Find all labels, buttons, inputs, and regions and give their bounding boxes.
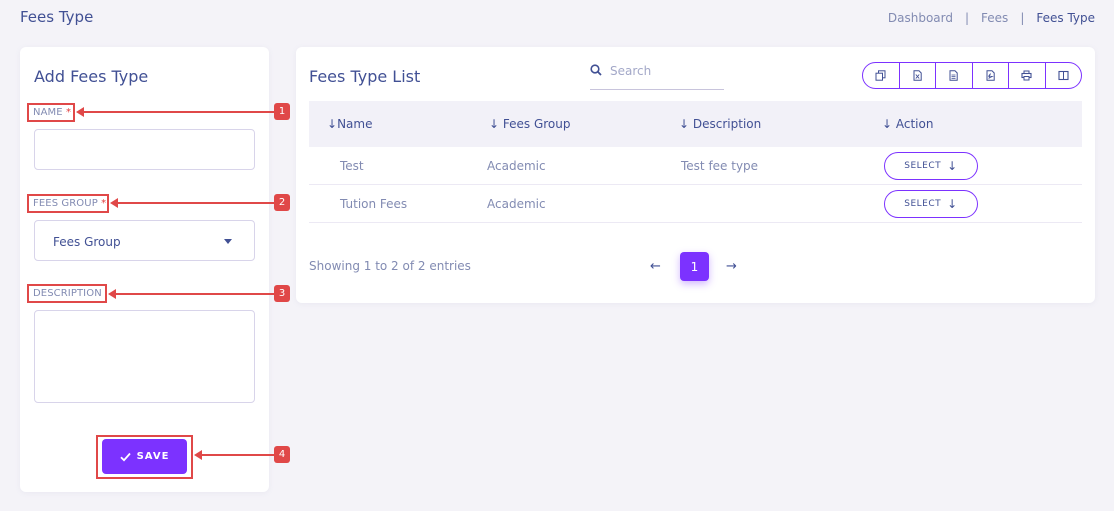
csv-button[interactable] (936, 63, 973, 88)
print-icon (1021, 70, 1032, 81)
breadcrumb: Dashboard | Fees | Fees Type (888, 11, 1095, 25)
annotation-line (201, 454, 275, 456)
name-label: NAME * (33, 107, 71, 118)
annotation-line (117, 202, 275, 204)
name-label-text: NAME (33, 107, 63, 118)
columns-icon (1058, 70, 1069, 81)
sort-arrow-icon: ↓ (327, 117, 338, 131)
columns-button[interactable] (1046, 63, 1082, 88)
description-label: DESCRIPTION (33, 288, 102, 299)
save-button[interactable]: SAVE (102, 439, 187, 474)
cell-name: Tution Fees (340, 197, 408, 211)
column-header-description[interactable]: ↓ Description (679, 117, 761, 131)
arrow-down-icon: ↓ (947, 197, 958, 211)
table-row: Test Academic Test fee type SELECT ↓ (309, 147, 1082, 185)
next-page-icon[interactable]: → (726, 259, 737, 274)
cell-description: Test fee type (681, 159, 759, 173)
search-icon (590, 64, 602, 76)
check-icon (119, 452, 131, 462)
column-header-fees-group[interactable]: ↓ Fees Group (489, 117, 571, 131)
sort-arrow-icon: ↓ (489, 117, 503, 131)
breadcrumb-separator: | (1020, 11, 1025, 25)
annotation-badge-2: 2 (274, 194, 290, 211)
select-button-label: SELECT (904, 199, 942, 209)
column-header-action[interactable]: ↓ Action (882, 117, 933, 131)
breadcrumb-separator: | (965, 11, 970, 25)
annotation-badge-4: 4 (274, 446, 290, 463)
name-input[interactable] (34, 129, 255, 170)
top-bar: Fees Type Dashboard | Fees | Fees Type (0, 0, 1114, 36)
fees-group-selected: Fees Group (53, 235, 121, 249)
column-header-name[interactable]: ↓Name (327, 117, 372, 131)
search-box (590, 61, 724, 90)
fees-type-list-card: Fees Type List Search ↓Name ↓ Fees Group… (296, 47, 1095, 303)
sort-arrow-icon: ↓ (882, 117, 896, 131)
breadcrumb-fees[interactable]: Fees (981, 11, 1008, 25)
select-button[interactable]: SELECT ↓ (884, 190, 978, 218)
page-title: Fees Type (20, 8, 94, 26)
add-fees-type-card: Add Fees Type NAME * FEES GROUP * Fees G… (20, 47, 269, 492)
column-header-label: Name (337, 117, 373, 131)
cell-fees-group: Academic (487, 197, 546, 211)
entries-info: Showing 1 to 2 of 2 entries (309, 259, 471, 273)
required-mark: * (65, 107, 72, 118)
fees-group-select[interactable]: Fees Group (34, 220, 255, 261)
sort-arrow-icon: ↓ (679, 117, 693, 131)
table-row: Tution Fees Academic SELECT ↓ (309, 185, 1082, 223)
excel-button[interactable] (900, 63, 936, 88)
select-button[interactable]: SELECT ↓ (884, 152, 978, 180)
add-fees-type-title: Add Fees Type (34, 67, 149, 86)
page-button-current[interactable]: 1 (680, 252, 709, 281)
column-header-label: Action (895, 117, 934, 131)
fees-group-label: FEES GROUP * (33, 198, 106, 209)
annotation-badge-3: 3 (274, 285, 290, 302)
save-button-label: SAVE (136, 451, 170, 462)
column-header-label: Fees Group (502, 117, 571, 131)
csv-icon (949, 70, 958, 81)
copy-button[interactable] (863, 63, 900, 88)
fees-group-label-text: FEES GROUP (33, 198, 98, 209)
annotation-line (115, 293, 275, 295)
export-button-group (862, 62, 1082, 89)
previous-page-icon[interactable]: ← (650, 259, 661, 274)
fees-type-list-title: Fees Type List (309, 67, 421, 86)
print-button[interactable] (1009, 63, 1046, 88)
breadcrumb-fees-type: Fees Type (1036, 11, 1095, 25)
search-input[interactable] (610, 61, 720, 81)
pdf-button[interactable] (973, 63, 1009, 88)
breadcrumb-dashboard[interactable]: Dashboard (888, 11, 953, 25)
caret-down-icon (224, 239, 232, 244)
required-mark: * (101, 198, 107, 209)
column-header-label: Description (692, 117, 762, 131)
description-textarea[interactable] (34, 310, 255, 403)
cell-fees-group: Academic (487, 159, 546, 173)
excel-icon (913, 70, 922, 81)
cell-name: Test (340, 159, 364, 173)
annotation-line (83, 111, 275, 113)
copy-icon (875, 70, 886, 81)
select-button-label: SELECT (904, 161, 942, 171)
table-header: ↓Name ↓ Fees Group ↓ Description ↓ Actio… (309, 101, 1082, 147)
arrow-down-icon: ↓ (947, 159, 958, 173)
pdf-icon (986, 70, 995, 81)
annotation-badge-1: 1 (274, 103, 290, 120)
